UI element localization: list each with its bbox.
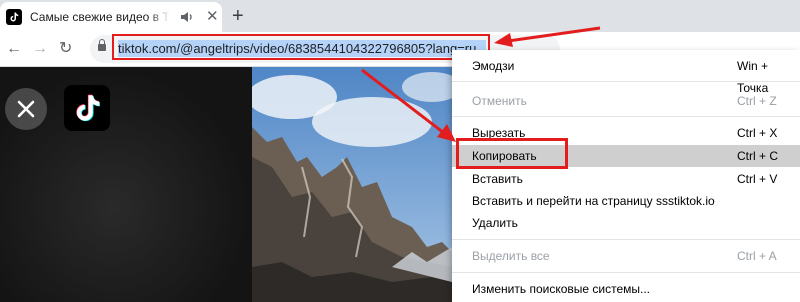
menu-item-paste[interactable]: Вставить Ctrl + V: [452, 168, 800, 190]
context-menu: Эмодзи Win + Точка Отменить Ctrl + Z Выр…: [452, 50, 800, 302]
menu-item-label: Удалить: [472, 216, 518, 230]
menu-item-shortcut: Ctrl + Z: [737, 94, 777, 108]
tab-strip: Самые свежие видео в TikTok ✕ +: [0, 0, 800, 32]
tiktok-logo-icon[interactable]: [64, 85, 110, 131]
new-tab-button[interactable]: +: [232, 6, 244, 26]
menu-item-shortcut: Ctrl + V: [737, 172, 778, 186]
back-arrow-icon[interactable]: ←: [6, 40, 22, 58]
tab-title: Самые свежие видео в TikTok: [30, 10, 170, 24]
url-highlight-box: [112, 34, 490, 60]
menu-item-delete[interactable]: Удалить: [452, 212, 800, 234]
menu-separator: [452, 272, 800, 273]
menu-item-emoji[interactable]: Эмодзи Win + Точка: [452, 55, 800, 95]
menu-item-label: Вставить и перейти на страницу ssstiktok…: [472, 194, 715, 208]
menu-item-shortcut: Ctrl + X: [737, 126, 778, 140]
menu-separator: [452, 239, 800, 240]
menu-item-label: Эмодзи: [472, 59, 515, 73]
menu-item-label: Вставить: [472, 172, 523, 186]
menu-item-label: Изменить поисковые системы...: [472, 282, 651, 296]
menu-item-label: Отменить: [472, 94, 527, 108]
forward-arrow-icon[interactable]: →: [32, 40, 48, 58]
close-video-button[interactable]: [5, 88, 47, 130]
video-frame-image[interactable]: [252, 67, 452, 302]
copy-highlight-box: [456, 138, 568, 169]
menu-separator: [452, 81, 800, 82]
menu-item-shortcut: Ctrl + A: [737, 249, 777, 263]
close-icon: [17, 100, 35, 118]
menu-item-shortcut: Ctrl + C: [737, 149, 779, 163]
reload-icon[interactable]: ↻: [59, 40, 72, 58]
browser-tab[interactable]: Самые свежие видео в TikTok ✕: [0, 2, 222, 32]
menu-item-label: Выделить все: [472, 249, 550, 263]
menu-separator: [452, 116, 800, 117]
menu-item-undo[interactable]: Отменить Ctrl + Z: [452, 90, 800, 112]
tiktok-icon: [6, 9, 22, 25]
close-tab-icon[interactable]: ✕: [206, 9, 219, 25]
speaker-icon[interactable]: [178, 9, 194, 25]
menu-item-edit-search-engines[interactable]: Изменить поисковые системы...: [452, 278, 800, 300]
lock-icon[interactable]: [98, 39, 106, 51]
menu-item-paste-and-go[interactable]: Вставить и перейти на страницу ssstiktok…: [452, 190, 800, 212]
video-side-panel: [0, 67, 252, 302]
menu-item-select-all[interactable]: Выделить все Ctrl + A: [452, 245, 800, 267]
